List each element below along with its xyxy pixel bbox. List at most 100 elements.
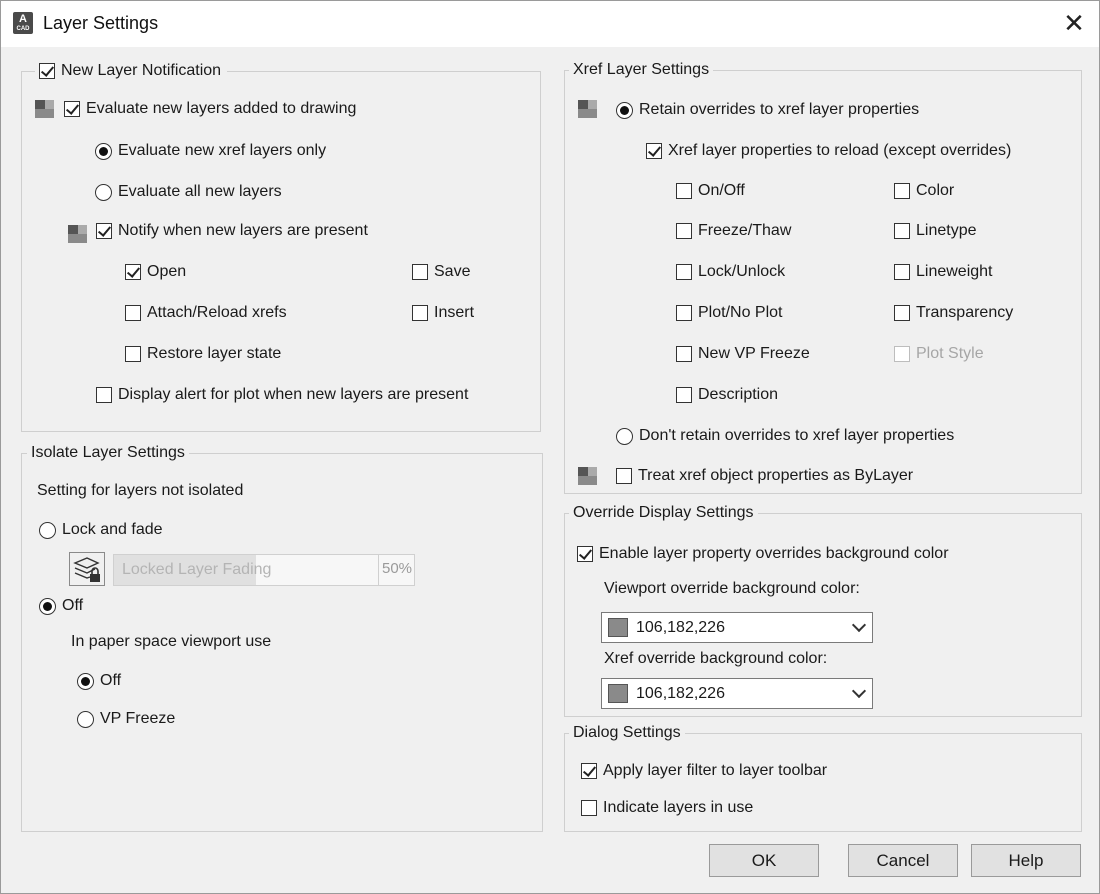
dialog-settings-group — [564, 733, 1082, 832]
evaluate-xref-only-radio[interactable]: Evaluate new xref layers only — [95, 142, 326, 160]
checkbox-icon[interactable] — [581, 763, 597, 779]
layer-lock-icon-graphic — [73, 557, 100, 582]
plot-alert-label: Display alert for plot when new layers a… — [118, 386, 469, 403]
indicate-layers-label: Indicate layers in use — [603, 799, 754, 816]
freeze-thaw-checkbox[interactable]: Freeze/Thaw — [676, 222, 791, 240]
radio-icon[interactable] — [616, 427, 633, 445]
vp-freeze-radio[interactable]: VP Freeze — [77, 710, 175, 728]
enable-overrides-label: Enable layer property overrides backgrou… — [599, 545, 949, 562]
paper-space-off-radio[interactable]: Off — [77, 672, 121, 690]
attach-reload-xrefs-label: Attach/Reload xrefs — [147, 304, 287, 321]
ok-button[interactable]: OK — [709, 844, 819, 877]
evaluate-all-new-radio[interactable]: Evaluate all new layers — [95, 183, 282, 201]
indicate-layers-checkbox[interactable]: Indicate layers in use — [581, 799, 753, 817]
restore-layer-state-label: Restore layer state — [147, 345, 282, 362]
enable-overrides-checkbox[interactable]: Enable layer property overrides backgrou… — [577, 545, 949, 563]
lock-and-fade-label: Lock and fade — [62, 521, 163, 538]
viewport-color-dropdown[interactable]: 106,182,226 — [601, 612, 873, 643]
notify-new-layers-checkbox[interactable]: Notify when new layers are present — [96, 222, 368, 240]
checkbox-icon[interactable] — [64, 101, 80, 117]
checkbox-icon[interactable] — [581, 800, 597, 816]
color-checkbox[interactable]: Color — [894, 182, 954, 200]
checkbox-icon[interactable] — [646, 143, 662, 159]
lineweight-checkbox[interactable]: Lineweight — [894, 263, 993, 281]
new-layer-notification-checkbox[interactable]: New Layer Notification — [35, 62, 228, 80]
checkbox-icon[interactable] — [894, 183, 910, 199]
layer-settings-dialog: A CAD Layer Settings ✕ New Layer Notifica… — [0, 0, 1100, 894]
checkbox-icon[interactable] — [676, 183, 692, 199]
new-layer-notification-group — [21, 71, 541, 432]
checkbox-icon[interactable] — [676, 387, 692, 403]
layer-notification-icon — [34, 98, 56, 120]
save-checkbox[interactable]: Save — [412, 263, 470, 281]
xref-color-dropdown[interactable]: 106,182,226 — [601, 678, 873, 709]
isolate-off-radio[interactable]: Off — [39, 597, 83, 615]
retain-overrides-radio[interactable]: Retain overrides to xref layer propertie… — [616, 101, 919, 119]
viewport-override-label: Viewport override background color: — [604, 580, 860, 598]
notify-layer-icon — [67, 223, 89, 245]
fading-slider-label: Locked Layer Fading — [122, 561, 272, 578]
checkbox-icon[interactable] — [39, 63, 55, 79]
checkbox-icon[interactable] — [125, 264, 141, 280]
radio-icon[interactable] — [77, 672, 94, 690]
checkbox-icon[interactable] — [125, 305, 141, 321]
vp-freeze-label: VP Freeze — [100, 710, 176, 727]
radio-icon[interactable] — [95, 183, 112, 201]
on-off-checkbox[interactable]: On/Off — [676, 182, 745, 200]
description-checkbox[interactable]: Description — [676, 386, 778, 404]
xref-override-label: Xref override background color: — [604, 650, 827, 668]
open-checkbox[interactable]: Open — [125, 263, 186, 281]
radio-icon[interactable] — [39, 521, 56, 539]
cancel-button[interactable]: Cancel — [848, 844, 958, 877]
radio-icon[interactable] — [616, 101, 633, 119]
attach-reload-xrefs-checkbox[interactable]: Attach/Reload xrefs — [125, 304, 287, 322]
checkbox-icon[interactable] — [616, 468, 632, 484]
save-label: Save — [434, 263, 471, 280]
plot-style-checkbox: Plot Style — [894, 345, 984, 363]
help-button[interactable]: Help — [971, 844, 1081, 877]
lock-unlock-checkbox[interactable]: Lock/Unlock — [676, 263, 785, 281]
evaluate-new-layers-checkbox[interactable]: Evaluate new layers added to drawing — [64, 100, 356, 118]
plot-no-plot-checkbox[interactable]: Plot/No Plot — [676, 304, 782, 322]
treat-bylayer-checkbox[interactable]: Treat xref object properties as ByLayer — [616, 467, 913, 485]
checkbox-icon[interactable] — [894, 305, 910, 321]
checkbox-icon[interactable] — [412, 264, 428, 280]
checkbox-icon[interactable] — [96, 223, 112, 239]
isolate-off-label: Off — [62, 597, 84, 614]
chevron-down-icon[interactable] — [851, 617, 867, 633]
viewport-override-text: Viewport override background color: — [604, 580, 860, 597]
checkbox-icon[interactable] — [96, 387, 112, 403]
locked-layer-fading-slider[interactable]: Locked Layer Fading 50% — [113, 554, 415, 586]
checkbox-icon[interactable] — [412, 305, 428, 321]
apply-filter-checkbox[interactable]: Apply layer filter to layer toolbar — [581, 762, 827, 780]
lock-unlock-label: Lock/Unlock — [698, 263, 786, 280]
checkbox-icon[interactable] — [577, 546, 593, 562]
checkbox-icon[interactable] — [676, 223, 692, 239]
checkbox-icon[interactable] — [676, 264, 692, 280]
radio-icon[interactable] — [77, 710, 94, 728]
close-icon[interactable]: ✕ — [1056, 6, 1092, 42]
checkbox-icon[interactable] — [676, 346, 692, 362]
checkbox-icon[interactable] — [676, 305, 692, 321]
checkbox-icon[interactable] — [894, 223, 910, 239]
treat-bylayer-label: Treat xref object properties as ByLayer — [638, 467, 914, 484]
radio-icon[interactable] — [95, 142, 112, 160]
plot-no-plot-label: Plot/No Plot — [698, 304, 783, 321]
checkbox-icon[interactable] — [125, 346, 141, 362]
app-icon-letter: A — [19, 13, 27, 25]
retain-overrides-label: Retain overrides to xref layer propertie… — [639, 101, 920, 118]
plot-alert-checkbox[interactable]: Display alert for plot when new layers a… — [96, 386, 468, 404]
insert-checkbox[interactable]: Insert — [412, 304, 474, 322]
checkbox-icon[interactable] — [894, 264, 910, 280]
restore-layer-state-checkbox[interactable]: Restore layer state — [125, 345, 281, 363]
chevron-down-icon[interactable] — [851, 683, 867, 699]
xref-color-swatch — [608, 684, 628, 703]
override-display-settings-legend: Override Display Settings — [569, 504, 758, 522]
new-vp-freeze-checkbox[interactable]: New VP Freeze — [676, 345, 810, 363]
xref-reload-checkbox[interactable]: Xref layer properties to reload (except … — [646, 142, 1011, 160]
dont-retain-overrides-radio[interactable]: Don't retain overrides to xref layer pro… — [616, 427, 954, 445]
linetype-checkbox[interactable]: Linetype — [894, 222, 977, 240]
radio-icon[interactable] — [39, 597, 56, 615]
lock-and-fade-radio[interactable]: Lock and fade — [39, 521, 163, 539]
transparency-checkbox[interactable]: Transparency — [894, 304, 1013, 322]
